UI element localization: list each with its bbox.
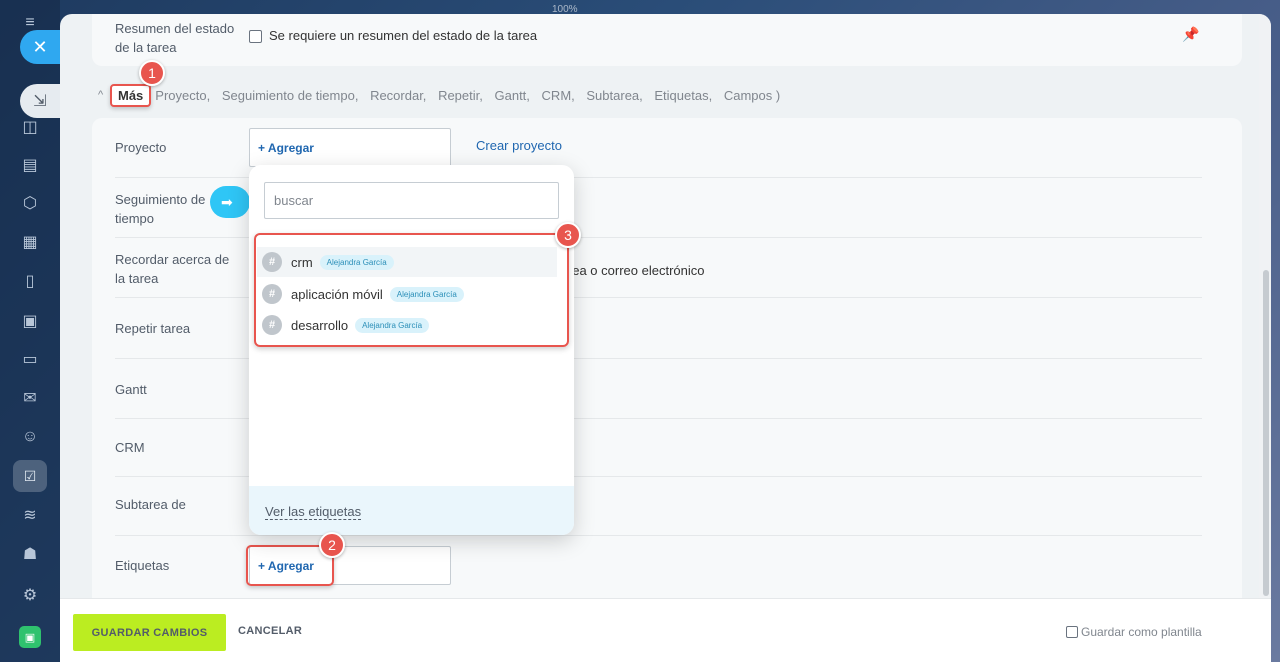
- users-icon[interactable]: ☺: [19, 426, 41, 448]
- mail-icon[interactable]: ✉: [19, 387, 41, 409]
- more-item[interactable]: Repetir,: [438, 88, 483, 103]
- proyecto-add-link[interactable]: + Agregar: [258, 141, 314, 155]
- scrollbar[interactable]: [1259, 14, 1271, 662]
- chevron-up-icon[interactable]: ^: [98, 89, 110, 101]
- filter-icon[interactable]: ≋: [19, 504, 41, 526]
- reminder-hint-text: nea o correo electrónico: [565, 263, 705, 278]
- field-label-repetir: Repetir tarea: [115, 321, 191, 336]
- more-item[interactable]: Gantt,: [495, 88, 530, 103]
- tag-options-highlight: [254, 233, 569, 347]
- close-icon: ✕: [32, 36, 48, 57]
- app-icon[interactable]: ▣: [19, 626, 41, 648]
- proyecto-add-box[interactable]: + Agregar: [249, 128, 451, 167]
- more-item[interactable]: Campos ): [724, 88, 780, 103]
- robot-icon[interactable]: ☗: [19, 543, 41, 565]
- dropdown-footer: Ver las etiquetas: [249, 486, 574, 535]
- settings-gear-icon[interactable]: ⚙: [19, 584, 41, 606]
- more-fields-row: ^ Más Proyecto, Seguimiento de tiempo, R…: [98, 83, 788, 107]
- cancel-button[interactable]: CANCELAR: [238, 625, 302, 637]
- action-footer: GUARDAR CAMBIOS CANCELAR Guardar como pl…: [60, 598, 1271, 662]
- tasks-icon[interactable]: ☑: [13, 460, 47, 492]
- tags-dropdown: # crm Alejandra García # aplicación móvi…: [249, 165, 574, 535]
- more-fields-list: Proyecto, Seguimiento de tiempo, Recorda…: [155, 88, 788, 103]
- status-summary-label: Resumen del estado de la tarea: [115, 21, 235, 55]
- more-item[interactable]: CRM,: [542, 88, 575, 103]
- field-label-proyecto: Proyecto: [115, 140, 167, 155]
- minimize-icon: ⇲: [33, 93, 47, 110]
- create-project-link[interactable]: Crear proyecto: [476, 138, 562, 153]
- status-summary-checkbox-label[interactable]: Se requiere un resumen del estado de la …: [269, 28, 537, 43]
- view-tags-link[interactable]: Ver las etiquetas: [265, 504, 362, 520]
- field-label-gantt: Gantt: [115, 382, 147, 397]
- save-template-checkbox[interactable]: [1066, 626, 1078, 638]
- step-badge-1: 1: [139, 60, 165, 86]
- hexagon-icon[interactable]: ⬡: [19, 192, 41, 214]
- step-badge-2: 2: [319, 532, 345, 558]
- more-item[interactable]: Recordar,: [370, 88, 426, 103]
- more-item[interactable]: Seguimiento de tiempo,: [222, 88, 359, 103]
- field-label-subtarea: Subtarea de: [115, 497, 186, 512]
- task-edit-panel: Resumen del estado de la tarea Se requie…: [60, 14, 1271, 662]
- field-label-seguimiento: Seguimiento de tiempo: [115, 192, 206, 226]
- close-slider-button[interactable]: ✕: [20, 30, 60, 64]
- field-label-etiquetas: Etiquetas: [115, 558, 170, 573]
- save-changes-button[interactable]: GUARDAR CAMBIOS: [73, 614, 226, 651]
- chat-icon[interactable]: ◫: [19, 116, 41, 138]
- minimize-button[interactable]: ⇲: [20, 84, 60, 118]
- more-item[interactable]: Etiquetas,: [654, 88, 712, 103]
- tag-search-input[interactable]: [264, 182, 559, 219]
- save-as-template[interactable]: Guardar como plantilla: [1066, 625, 1202, 639]
- step-badge-3: 3: [555, 222, 581, 248]
- board-icon[interactable]: ▣: [19, 310, 41, 332]
- pin-icon[interactable]: 📌: [1182, 26, 1199, 43]
- card-icon[interactable]: ▭: [19, 348, 41, 370]
- scrollbar-thumb[interactable]: [1263, 270, 1269, 596]
- field-label-crm: CRM: [115, 440, 145, 455]
- more-item[interactable]: Proyecto,: [155, 88, 210, 103]
- more-item[interactable]: Subtarea,: [586, 88, 642, 103]
- left-sidebar: ≡ ✕ ⇲ ◫ ▤ ⬡ ▦ ▯ ▣ ▭ ✉ ☺ ☑ ≋ ☗ ⚙ ▣: [0, 0, 60, 662]
- status-summary-card: Resumen del estado de la tarea Se requie…: [92, 14, 1242, 66]
- timer-arrow-icon[interactable]: ➡: [210, 186, 250, 218]
- document-icon[interactable]: ▤: [19, 154, 41, 176]
- file-icon[interactable]: ▯: [19, 270, 41, 292]
- field-label-recordar: Recordar acerca de la tarea: [115, 252, 230, 286]
- save-template-label: Guardar como plantilla: [1081, 625, 1202, 639]
- more-button[interactable]: Más: [110, 83, 152, 107]
- calendar-icon[interactable]: ▦: [19, 231, 41, 253]
- status-summary-checkbox[interactable]: [249, 30, 262, 43]
